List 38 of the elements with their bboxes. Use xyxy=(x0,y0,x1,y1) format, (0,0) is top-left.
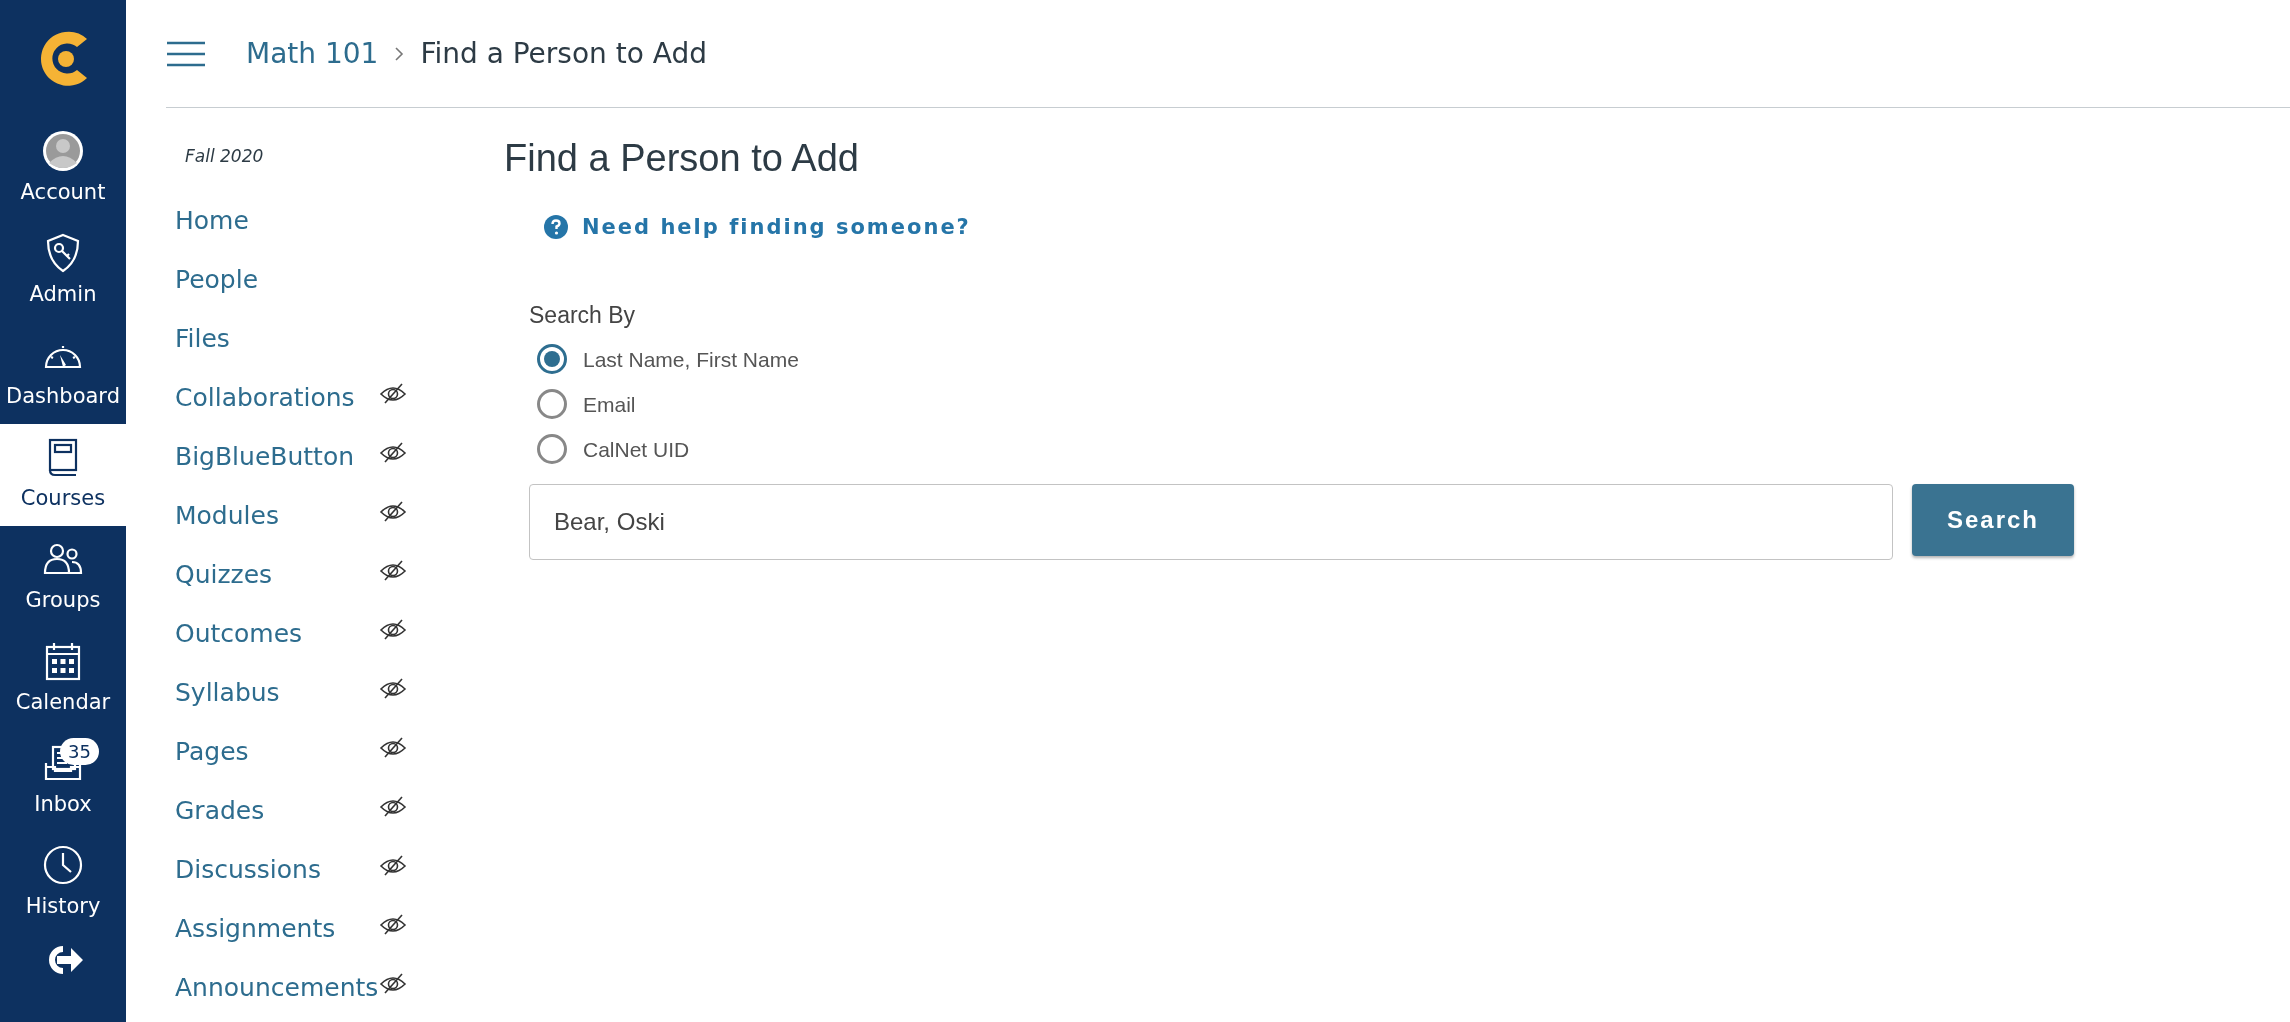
help-icon xyxy=(544,215,568,240)
page-title: Find a Person to Add xyxy=(504,136,860,181)
search-field[interactable]: Bear, Oski xyxy=(529,483,1893,560)
course-nav-link[interactable]: Files xyxy=(175,320,380,358)
field-label: Search By xyxy=(529,301,637,331)
chevron-icon xyxy=(394,45,405,62)
help-link[interactable]: Need help finding someone? xyxy=(544,211,971,244)
nav-item[interactable]: History xyxy=(0,832,126,934)
nav-item[interactable]: Account xyxy=(0,118,126,220)
course-nav-link[interactable]: Outcomes xyxy=(175,615,380,653)
radio-option[interactable]: Email xyxy=(537,381,2290,427)
breadcrumb-link[interactable]: Math 101 xyxy=(246,32,379,75)
course-nav-link[interactable]: BigBlueButton xyxy=(175,438,380,476)
breadcrumb-current: Find a Person to Add xyxy=(420,35,707,72)
course-nav-link[interactable]: Quizzes xyxy=(175,556,380,594)
course-nav-link[interactable]: Assignments xyxy=(175,910,380,948)
search-button[interactable]: Search xyxy=(1912,483,2074,556)
count-badge: 35 xyxy=(60,738,99,766)
nav-item[interactable]: Courses xyxy=(0,424,126,526)
course-nav-link[interactable]: Announcements xyxy=(175,969,380,1007)
avatar-icon xyxy=(41,129,85,174)
course-nav-link[interactable]: People xyxy=(175,261,380,299)
nav-item[interactable]: Calendar xyxy=(0,628,126,730)
course-nav-link[interactable]: Collaborations xyxy=(175,379,380,417)
radio-option[interactable]: CalNet UID xyxy=(537,426,2290,472)
nav-item[interactable]: Admin xyxy=(0,220,126,322)
radio-option[interactable]: Last Name, First Name xyxy=(537,336,2290,382)
course-nav-link[interactable]: Discussions xyxy=(175,851,380,889)
course-nav-link[interactable]: Grades xyxy=(175,792,380,830)
course-nav-link[interactable]: Syllabus xyxy=(175,674,380,712)
nav-item[interactable]: Inbox 35 xyxy=(0,730,126,832)
course-nav-link[interactable]: Pages xyxy=(175,733,380,771)
nav-item[interactable]: Dashboard xyxy=(0,322,126,424)
term-label: Fall 2020 xyxy=(185,145,265,168)
menu-icon[interactable] xyxy=(166,40,206,67)
course-nav-link[interactable]: Home xyxy=(175,202,380,240)
course-nav-link[interactable]: Modules xyxy=(175,497,380,535)
nav-item[interactable]: Groups xyxy=(0,526,126,628)
